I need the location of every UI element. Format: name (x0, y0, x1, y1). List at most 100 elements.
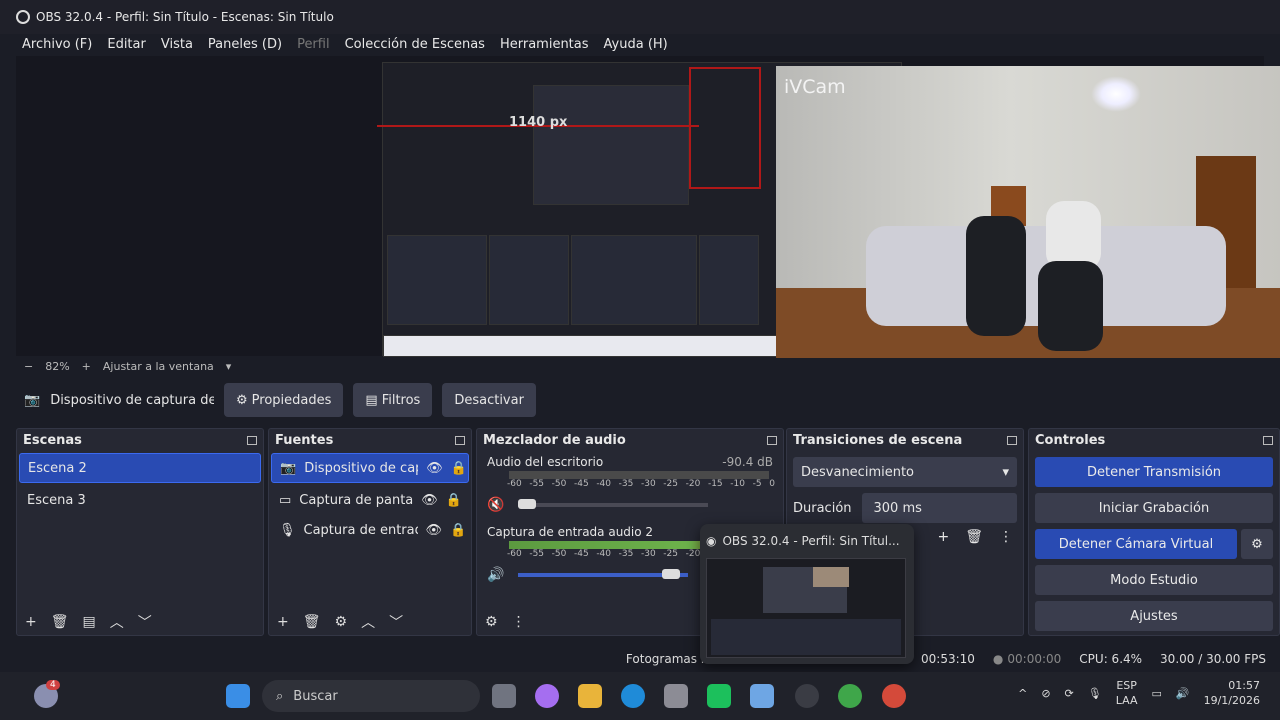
source-item[interactable]: 📷 Dispositivo de capt 👁 🔒 (271, 453, 469, 483)
studio-mode-button[interactable]: Modo Estudio (1035, 565, 1273, 595)
file-explorer-icon[interactable] (578, 684, 602, 708)
undock-icon[interactable] (767, 435, 777, 445)
trash-icon[interactable]: 🗑 (303, 614, 321, 630)
taskbar-thumbnail-popup[interactable]: ◉ OBS 32.0.4 - Perfil: Sin Títul... (700, 524, 914, 664)
add-icon[interactable]: + (937, 529, 949, 545)
scene-item[interactable]: Escena 2 (19, 453, 261, 483)
obs-taskbar-icon[interactable] (795, 684, 819, 708)
menu-archivo[interactable]: Archivo (F) (22, 37, 92, 52)
menu-ayuda[interactable]: Ayuda (H) (604, 37, 668, 52)
db-tick-label: -60 (507, 549, 522, 559)
undock-icon[interactable] (1263, 435, 1273, 445)
source-item[interactable]: 🎙 Captura de entrada 👁 🔒 (271, 515, 469, 545)
stream-time: 00:53:10 (921, 652, 975, 666)
undock-icon[interactable] (455, 435, 465, 445)
db-tick-label: -25 (663, 549, 678, 559)
menu-paneles[interactable]: Paneles (D) (208, 37, 282, 52)
start-record-button[interactable]: Iniciar Grabación (1035, 493, 1273, 523)
db-tick-label: 0 (769, 479, 775, 489)
chevron-down-icon[interactable]: ▾ (226, 360, 232, 373)
stop-stream-button[interactable]: Detener Transmisión (1035, 457, 1273, 487)
up-icon[interactable]: ︿ (361, 612, 375, 632)
start-icon[interactable] (226, 684, 250, 708)
network-off-icon[interactable]: ⊘ (1041, 687, 1050, 700)
zoom-level: 82% (45, 359, 70, 373)
eye-icon[interactable]: 👁 (421, 493, 438, 508)
undock-icon[interactable] (247, 435, 257, 445)
sources-footer: + 🗑 ⚙ ︿ ﹀ (269, 609, 471, 635)
store-icon[interactable] (664, 684, 688, 708)
volume-knob[interactable] (662, 569, 681, 579)
lock-icon[interactable]: 🔒 (451, 461, 467, 476)
menu-coleccion[interactable]: Colección de Escenas (345, 37, 485, 52)
source-item[interactable]: ▭ Captura de pantalla 👁 🔒 (271, 485, 469, 515)
deactivate-button[interactable]: Desactivar (442, 383, 536, 417)
menu-herramientas[interactable]: Herramientas (500, 37, 589, 52)
preview-canvas[interactable]: 1140 px iVCam (16, 56, 1280, 358)
eye-icon[interactable]: 👁 (426, 461, 443, 476)
clock-date: 19/1/2026 (1203, 694, 1260, 707)
zoom-in-button[interactable]: + (82, 360, 91, 373)
down-icon[interactable]: ﹀ (138, 612, 152, 632)
add-icon[interactable]: + (277, 614, 289, 630)
chevron-up-icon[interactable]: ^ (1018, 687, 1027, 700)
speaker-icon[interactable]: 🔊 (487, 567, 504, 583)
lock-icon[interactable]: 🔒 (446, 493, 462, 508)
db-tick-label: -10 (730, 479, 745, 489)
volume-icon[interactable]: 🔊 (1176, 687, 1190, 700)
down-icon[interactable]: ﹀ (389, 612, 403, 632)
kick-icon[interactable] (707, 684, 731, 708)
filters-button[interactable]: ▤ Filtros (353, 383, 433, 417)
display-icon[interactable]: ▭ (1151, 687, 1161, 700)
popup-thumbnail[interactable] (706, 558, 906, 658)
gear-icon: ⚙ (236, 392, 248, 408)
volume-slider[interactable] (518, 499, 709, 509)
db-tick-label: -40 (596, 479, 612, 489)
eye-icon[interactable]: 👁 (426, 523, 443, 538)
menu-perfil[interactable]: Perfil (297, 37, 330, 52)
undock-icon[interactable] (1007, 435, 1017, 445)
chrome-icon[interactable] (838, 684, 862, 708)
lock-icon[interactable]: 🔒 (450, 523, 466, 538)
scene-item[interactable]: Escena 3 (19, 485, 261, 515)
up-icon[interactable]: ︿ (110, 612, 124, 632)
db-tick-label: -50 (551, 479, 567, 489)
properties-button[interactable]: ⚙ Propiedades (224, 383, 344, 417)
volume-knob[interactable] (518, 499, 537, 509)
copilot-icon[interactable] (535, 684, 559, 708)
stop-virtual-cam-button[interactable]: Detener Cámara Virtual (1035, 529, 1237, 559)
sync-icon[interactable]: ⟳ (1065, 687, 1074, 700)
zoom-fit-select[interactable]: Ajustar a la ventana (103, 360, 214, 373)
settings-button[interactable]: Ajustes (1035, 601, 1273, 631)
db-tick-label: -35 (618, 549, 634, 559)
source-name: Captura de entrada (303, 522, 418, 538)
transition-select[interactable]: Desvanecimiento ▾ (793, 457, 1017, 487)
more-icon[interactable]: ⋮ (512, 614, 526, 630)
more-icon[interactable]: ⋮ (999, 529, 1013, 545)
gear-icon[interactable]: ⚙ (485, 614, 498, 630)
clock[interactable]: 01:57 19/1/2026 (1204, 678, 1260, 708)
chrome-profile-icon[interactable] (882, 684, 906, 708)
muted-speaker-icon[interactable]: 🔇 (487, 497, 504, 513)
mic-icon[interactable]: 🎙 (1088, 687, 1102, 700)
gear-icon[interactable]: ⚙ (335, 614, 348, 630)
volume-slider[interactable] (518, 569, 689, 579)
taskbar-search[interactable]: ⌕ Buscar (262, 680, 480, 712)
add-icon[interactable]: + (25, 614, 37, 630)
vcam-settings-button[interactable]: ⚙ (1241, 529, 1273, 559)
ivcam-icon[interactable] (750, 684, 774, 708)
menu-vista[interactable]: Vista (161, 37, 193, 52)
properties-label: Propiedades (251, 392, 332, 408)
db-tick-label: -50 (551, 549, 567, 559)
db-tick-label: -45 (573, 479, 589, 489)
trash-icon[interactable]: 🗑 (965, 529, 983, 545)
trash-icon[interactable]: 🗑 (51, 614, 69, 630)
menu-editar[interactable]: Editar (107, 37, 146, 52)
window-title: OBS 32.0.4 - Perfil: Sin Título - Escena… (36, 10, 334, 24)
filter-icon[interactable]: ▤ (83, 614, 96, 630)
edge-icon[interactable] (621, 684, 645, 708)
task-view-icon[interactable] (492, 684, 516, 708)
duration-input[interactable]: 300 ms (861, 493, 1017, 523)
language-indicator[interactable]: ESP LAA (1116, 678, 1138, 708)
zoom-out-button[interactable]: − (24, 360, 33, 373)
